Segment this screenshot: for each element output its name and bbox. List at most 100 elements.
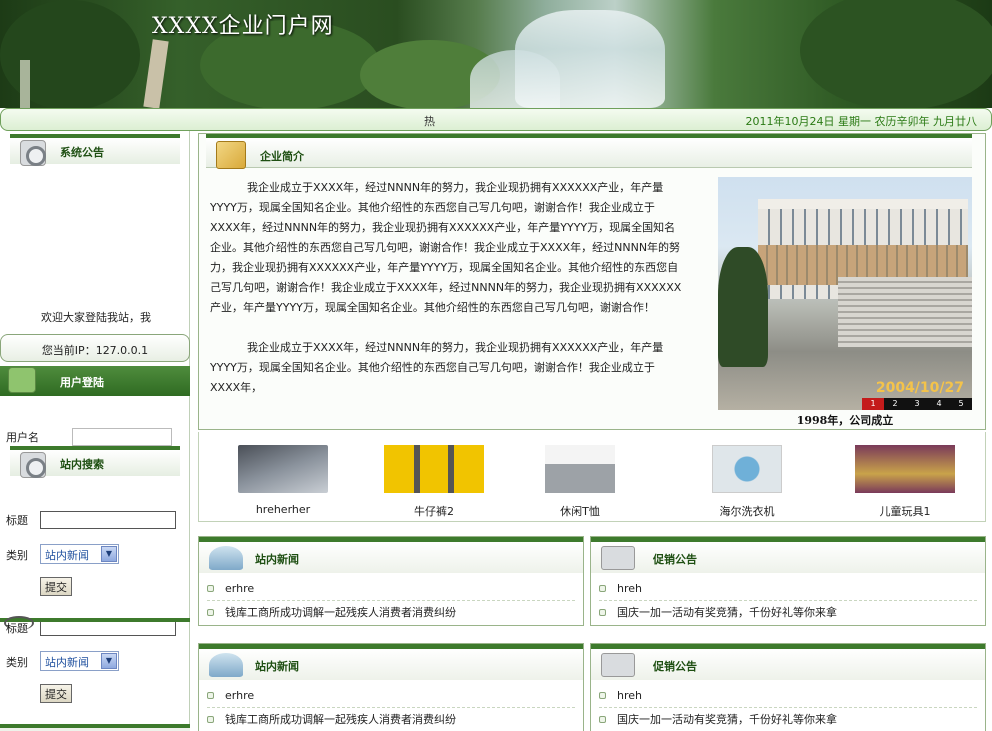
product-item[interactable]: 休闲T恤: [545, 445, 615, 519]
slide-pager: 1 2 3 4 5: [862, 398, 972, 410]
product-name[interactable]: hreherher: [238, 503, 328, 516]
search-title: 站内搜索: [60, 458, 104, 471]
bullet-icon: [207, 609, 214, 616]
washer-icon: [20, 140, 46, 166]
list-item[interactable]: hreh: [599, 684, 977, 708]
intro-text: 我企业成立于XXXX年，经过NNNN年的努力，我企业现扔拥有XXXXXX产业，年…: [210, 178, 682, 418]
tshirt-image[interactable]: [545, 445, 615, 493]
toy-image[interactable]: [855, 445, 955, 493]
promo-link[interactable]: 国庆一加一活动有奖竞猜，千份好礼等你来拿: [617, 713, 837, 726]
announcement-ticker[interactable]: 欢迎大家登陆我站，我: [41, 309, 151, 325]
washer-icon: [601, 653, 635, 677]
intro-paragraph: 我企业成立于XXXX年，经过NNNN年的努力，我企业现扔拥有XXXXXX产业，年…: [210, 341, 664, 394]
search-title-input-2[interactable]: [40, 622, 176, 636]
slide-number[interactable]: 1: [862, 398, 884, 410]
product-item[interactable]: 海尔洗衣机: [712, 445, 782, 519]
iron-icon: [209, 546, 243, 570]
news-panel: 站内新闻 erhre 钱库工商所成功调解一起残疾人消费者消费纠纷: [198, 536, 584, 626]
photo-icon: [216, 141, 246, 169]
promo-panel-header: 促销公告: [591, 644, 985, 680]
hot-marquee[interactable]: 热: [424, 113, 435, 129]
news-panel-header: 站内新闻: [199, 644, 583, 680]
list-item[interactable]: 钱库工商所成功调解一起残疾人消费者消费纠纷: [207, 601, 575, 625]
washer-icon: [601, 546, 635, 570]
washer-image[interactable]: [712, 445, 782, 493]
news-link[interactable]: erhre: [225, 689, 254, 702]
announcement-body: 欢迎大家登陆我站，我: [0, 165, 190, 325]
news-link[interactable]: 钱库工商所成功调解一起残疾人消费者消费纠纷: [225, 713, 456, 726]
search-title-input[interactable]: [40, 511, 176, 529]
header-banner: XXXX企业门户网: [0, 0, 992, 108]
list-item[interactable]: 国庆一加一活动有奖竞猜，千份好礼等你来拿: [599, 708, 977, 731]
intro-title: 企业简介: [260, 150, 304, 163]
category-label: 类别: [6, 549, 28, 562]
bullet-icon: [599, 609, 606, 616]
news-panel-header: 站内新闻: [199, 537, 583, 573]
photo-date: 2004/10/27: [875, 380, 964, 396]
user-icon: [8, 367, 36, 393]
list-item[interactable]: hreh: [599, 577, 977, 601]
title-label: 标题: [6, 514, 28, 527]
intro-header: 企业简介: [206, 134, 972, 169]
slide-number[interactable]: 4: [928, 398, 950, 410]
submit-button-2[interactable]: 提交: [40, 684, 72, 703]
chevron-down-icon: ▼: [101, 653, 117, 669]
product-item[interactable]: 牛仔裤2: [384, 445, 484, 519]
slide-number[interactable]: 2: [884, 398, 906, 410]
news-link[interactable]: erhre: [225, 582, 254, 595]
login-title: 用户登陆: [60, 376, 104, 389]
iron-icon: [209, 653, 243, 677]
title-label-2: 标题: [6, 622, 28, 635]
news-link[interactable]: 钱库工商所成功调解一起残疾人消费者消费纠纷: [225, 606, 456, 619]
bullet-icon: [207, 716, 214, 723]
product-name[interactable]: 海尔洗衣机: [712, 503, 782, 519]
submit-button[interactable]: 提交: [40, 577, 72, 596]
product-name[interactable]: 牛仔裤2: [384, 503, 484, 519]
promo-panel-title: 促销公告: [653, 660, 697, 673]
bullet-icon: [599, 716, 606, 723]
bullet-icon: [599, 585, 606, 592]
list-item[interactable]: 国庆一加一活动有奖竞猜，千份好礼等你来拿: [599, 601, 977, 625]
slide-number[interactable]: 5: [950, 398, 972, 410]
news-panel: 站内新闻 erhre 钱库工商所成功调解一起残疾人消费者消费纠纷: [198, 643, 584, 731]
list-item[interactable]: 钱库工商所成功调解一起残疾人消费者消费纠纷: [207, 708, 575, 731]
product-name[interactable]: 休闲T恤: [545, 503, 615, 519]
page: XXXX企业门户网 热 2011年10月24日 星期一 农历辛卯年 九月廿八 系…: [0, 0, 992, 731]
date-display: 2011年10月24日 星期一 农历辛卯年 九月廿八: [745, 115, 977, 128]
username-input[interactable]: [72, 428, 172, 446]
promo-link[interactable]: hreh: [617, 689, 642, 702]
bullet-icon: [207, 692, 214, 699]
username-label: 用户名: [6, 431, 39, 444]
list-item[interactable]: erhre: [207, 577, 575, 601]
company-photo: 2004/10/27 1 2 3 4 5: [718, 177, 972, 410]
photo-caption: 1998年，公司成立: [796, 414, 894, 427]
promo-link[interactable]: 国庆一加一活动有奖竞猜，千份好礼等你来拿: [617, 606, 837, 619]
laptop-image[interactable]: [238, 445, 328, 493]
promo-panel-title: 促销公告: [653, 553, 697, 566]
promo-panel: 促销公告 hreh 国庆一加一活动有奖竞猜，千份好礼等你来拿: [590, 643, 986, 731]
site-title: XXXX企业门户网: [152, 14, 334, 39]
product-item[interactable]: hreherher: [238, 445, 328, 516]
bullet-icon: [599, 692, 606, 699]
category-select-value-2: 站内新闻: [45, 656, 89, 669]
list-item[interactable]: erhre: [207, 684, 575, 708]
category-select[interactable]: 站内新闻 ▼: [40, 544, 119, 564]
news-panel-title: 站内新闻: [255, 660, 299, 673]
slide-number[interactable]: 3: [906, 398, 928, 410]
promo-link[interactable]: hreh: [617, 582, 642, 595]
promo-panel: 促销公告 hreh 国庆一加一活动有奖竞猜，千份好礼等你来拿: [590, 536, 986, 626]
chevron-down-icon: ▼: [101, 546, 117, 562]
product-item[interactable]: 儿童玩具1: [855, 445, 955, 519]
status-bar: 热 2011年10月24日 星期一 农历辛卯年 九月廿八: [0, 108, 992, 131]
bullet-icon: [207, 585, 214, 592]
news-panel-title: 站内新闻: [255, 553, 299, 566]
jacket-image[interactable]: [384, 445, 484, 493]
promo-panel-header: 促销公告: [591, 537, 985, 573]
washer-icon: [20, 452, 46, 478]
login-header: 用户登陆: [0, 366, 190, 396]
category-select-2[interactable]: 站内新闻 ▼: [40, 651, 119, 671]
category-select-value: 站内新闻: [45, 549, 89, 562]
product-name[interactable]: 儿童玩具1: [855, 503, 955, 519]
announcement-title: 系统公告: [60, 146, 104, 159]
ip-display: 您当前IP：127.0.0.1: [0, 334, 190, 362]
